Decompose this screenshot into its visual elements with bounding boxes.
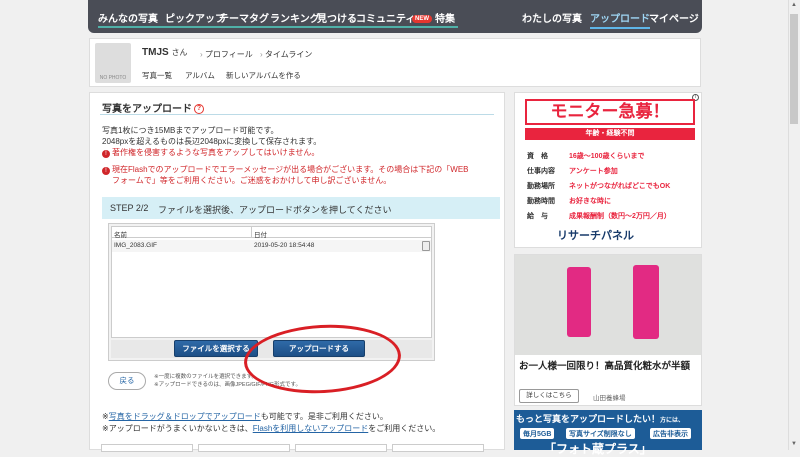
step-label: STEP 2/2 <box>110 203 149 213</box>
ad-row-key: 仕事内容 <box>527 168 555 175</box>
profile-link[interactable]: プロフィール <box>200 49 253 60</box>
drag-drop-link[interactable]: 写真をドラッグ＆ドロップでアップロード <box>109 412 261 421</box>
trash-icon[interactable] <box>422 241 430 251</box>
scrollbar-thumb[interactable] <box>790 14 798 124</box>
avatar-label: NO PHOTO <box>99 75 127 81</box>
title-divider <box>100 114 494 115</box>
ad3-big-title: 「フォト蔵プラス」 <box>544 442 652 456</box>
ad-row-value: 16歳～100歳くらいまで <box>569 153 645 160</box>
upload-panel: 写真をアップロード? 写真1枚につき15MBまでアップロード可能です。 2048… <box>89 92 505 450</box>
warning-flash-text-2: フォームで」等をご利用ください。ご迷惑をおかけして申し訳ございません。 <box>112 176 392 185</box>
subnav-new-album[interactable]: 新しいアルバムを作る <box>226 70 301 81</box>
file-table: 名前 日付 IMG_2083.GIF 2019-05-20 18:54:48 <box>111 226 432 338</box>
bottle-image <box>567 267 591 337</box>
nav-feature[interactable]: NEW 特集 <box>412 10 455 25</box>
avatar[interactable]: NO PHOTO <box>95 43 131 83</box>
ad-brand: 山田養蜂場 <box>593 395 626 402</box>
column-header-date: 日付 <box>252 227 431 239</box>
drag-drop-note-suffix: も可能です。是非ご利用ください。 <box>260 412 388 421</box>
top-nav: みんなの写真 ピックアップ テーマタグ ランキング 見つける コミュニティ NE… <box>88 0 702 33</box>
warning-icon: ! <box>102 150 110 158</box>
ad-row-key: 勤務場所 <box>527 183 555 190</box>
timeline-link[interactable]: タイムライン <box>260 49 312 60</box>
warning-flash: ! 現在Flashでのアップロードでエラーメッセージが出る場合がございます。その場… <box>102 164 469 175</box>
product-image <box>515 255 701 355</box>
bottom-tab-2[interactable] <box>198 444 290 452</box>
no-flash-note: ※アップロードがうまくいかないときは、Flashを利用しないアップロードをご利用… <box>102 423 440 434</box>
help-icon[interactable]: ? <box>194 104 204 115</box>
warning-copyright-text: 著作権を侵害するような写真をアップしてはいけません。 <box>112 148 320 157</box>
nav-underline <box>98 26 458 28</box>
warning-copyright: ! 著作権を侵害するような写真をアップしてはいけません。 <box>102 147 319 158</box>
feature-chip: 写真サイズ制限なし <box>566 428 635 439</box>
ad-row: 勤務時間 お好きな時に <box>527 196 611 206</box>
nav-everyone-photos[interactable]: みんなの写真 <box>98 10 158 25</box>
step-bar: STEP 2/2 ファイルを選択後、アップロードボタンを押してください <box>102 197 500 219</box>
ad-row-value: お好きな時に <box>569 198 611 205</box>
nav-my-photos[interactable]: わたしの写真 <box>522 10 582 25</box>
ad-row: 資 格 16歳～100歳くらいまで <box>527 151 644 161</box>
bottle-image <box>633 265 659 339</box>
scroll-down-icon[interactable]: ▼ <box>791 441 797 447</box>
feature-chip: 毎月5GB <box>520 428 555 439</box>
ad-details-button[interactable]: 詳しくはこちら <box>519 389 579 403</box>
ad-photo-plus[interactable]: もっと写真をアップロードしたい！方には、 毎月5GB 写真サイズ制限なし 広告非… <box>514 410 702 456</box>
ad-row: 給 与 成果報酬制（数円～2万円／月） <box>527 211 671 221</box>
nav-upload[interactable]: アップロード <box>590 10 650 29</box>
no-flash-note-suffix: をご利用ください。 <box>368 424 441 433</box>
step-instruction: ファイルを選択後、アップロードボタンを押してください <box>158 205 392 215</box>
ad-row-value: 成果報酬制（数円～2万円／月） <box>569 213 671 220</box>
nav-ranking[interactable]: ランキング <box>270 10 320 25</box>
honorific: さん <box>171 48 188 57</box>
ad-monitor-recruit[interactable]: i モニター急募！ 年齢・経験不問 資 格 16歳～100歳くらいまで 仕事内容ア… <box>514 92 702 248</box>
no-flash-link[interactable]: Flashを利用しないアップロード <box>253 424 369 433</box>
back-button[interactable]: 戻る <box>108 372 146 390</box>
bottom-tab-3[interactable] <box>295 444 387 452</box>
warning-flash-text-1: 現在Flashでのアップロードでエラーメッセージが出る場合がございます。その場合… <box>112 165 469 174</box>
ad-cosmetics[interactable]: i お一人様一回限り！高品質化粧水が半額 詳しくはこちら 山田養蜂場 <box>514 254 702 406</box>
subnav-album[interactable]: アルバム <box>185 70 215 81</box>
nav-mypage[interactable]: マイページ <box>649 10 699 25</box>
bottom-tab-4[interactable] <box>392 444 484 452</box>
file-name-cell: IMG_2083.GIF <box>112 240 252 252</box>
ad-headline: お一人様一回限り！高品質化粧水が半額 <box>519 361 691 372</box>
nav-pickup[interactable]: ピックアップ <box>165 10 225 25</box>
scroll-up-icon[interactable]: ▲ <box>791 2 797 8</box>
research-panel-logo: リサーチパネル <box>557 230 634 242</box>
ad3-title: もっと写真をアップロードしたい！方には、 <box>516 412 684 425</box>
subnav-photo-list[interactable]: 写真一覧 <box>142 70 172 81</box>
ad-title: モニター急募！ <box>525 99 695 125</box>
nav-community[interactable]: コミュニティ <box>356 10 415 25</box>
info-resize: 2048pxを超えるものは長辺2048pxに変換して保存されます。 <box>102 137 322 146</box>
new-badge: NEW <box>412 15 432 24</box>
username-text: TMJS <box>142 47 169 58</box>
ad-row-key: 勤務時間 <box>527 198 555 205</box>
nav-theme-tags[interactable]: テーマタグ <box>219 10 269 25</box>
feature-chip: 広告非表示 <box>650 428 691 439</box>
bottom-tab-1[interactable] <box>101 444 193 452</box>
nav-feature-label: 特集 <box>435 14 455 25</box>
column-header-name: 名前 <box>112 227 252 239</box>
ad-row-value: ネットがつながればどこでもOK <box>569 183 671 190</box>
ad-subtitle: 年齢・経験不問 <box>525 128 695 140</box>
note-multiple: ※一度に複数のファイルを選択できます。 <box>154 374 258 380</box>
ad-row: 勤務場所 ネットがつながればどこでもOK <box>527 181 670 191</box>
ad-row-key: 資 格 <box>527 153 548 160</box>
profile-header: NO PHOTO TMJS さん プロフィール タイムライン 写真一覧 アルバム… <box>89 38 701 87</box>
file-date-cell: 2019-05-20 18:54:48 <box>252 240 431 252</box>
drag-drop-note-prefix: ※ <box>102 412 109 421</box>
warning-icon: ! <box>102 167 110 175</box>
no-flash-note-prefix: ※アップロードがうまくいかないときは、 <box>102 424 253 433</box>
page-title: 写真をアップロード? <box>102 100 204 115</box>
ad3-title-small: 方には、 <box>660 418 685 424</box>
ad-row: 仕事内容 アンケート参加 <box>527 166 618 176</box>
ad-row-value: アンケート参加 <box>569 168 618 175</box>
info-size-limit: 写真1枚につき15MBまでアップロード可能です。 <box>102 126 279 135</box>
username[interactable]: TMJS さん <box>142 47 187 58</box>
ad-row-key: 給 与 <box>527 213 548 220</box>
ad3-title-text: もっと写真をアップロードしたい！ <box>516 414 661 424</box>
drag-drop-note: ※写真をドラッグ＆ドロップでアップロードも可能です。是非ご利用ください。 <box>102 411 388 422</box>
nav-discover[interactable]: 見つける <box>317 10 357 25</box>
